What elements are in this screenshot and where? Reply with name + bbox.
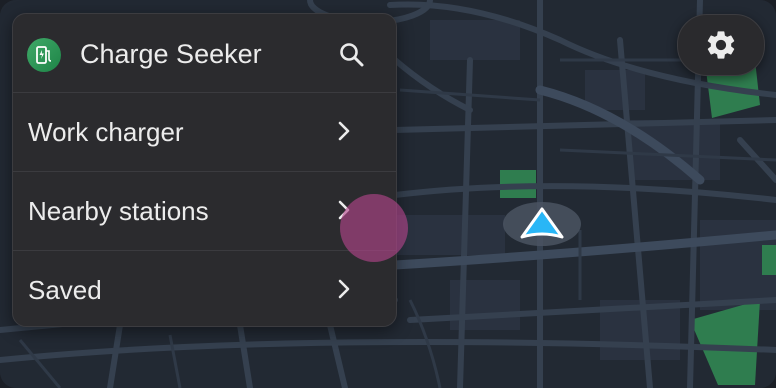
- ev-charger-icon: [27, 38, 61, 72]
- menu-item-saved[interactable]: Saved: [13, 251, 396, 326]
- menu-item-label: Saved: [28, 275, 102, 305]
- panel-header: Charge Seeker: [13, 14, 396, 93]
- chevron-right-icon: [338, 279, 350, 299]
- screen: Charge Seeker Work charger Nearby statio…: [0, 0, 776, 388]
- search-icon: [340, 43, 364, 67]
- menu-item-label: Nearby stations: [28, 196, 209, 226]
- current-location-marker: [503, 202, 581, 246]
- app-title: Charge Seeker: [80, 39, 262, 69]
- menu-item-work-charger[interactable]: Work charger: [13, 93, 396, 172]
- settings-button[interactable]: [677, 14, 765, 76]
- menu-item-label: Work charger: [28, 117, 184, 147]
- touch-indicator: [340, 194, 408, 262]
- search-button[interactable]: [332, 35, 372, 75]
- app-panel: Charge Seeker Work charger Nearby statio…: [12, 13, 397, 327]
- menu-item-nearby-stations[interactable]: Nearby stations: [13, 172, 396, 251]
- chevron-right-icon: [338, 121, 350, 141]
- gear-icon: [707, 31, 735, 59]
